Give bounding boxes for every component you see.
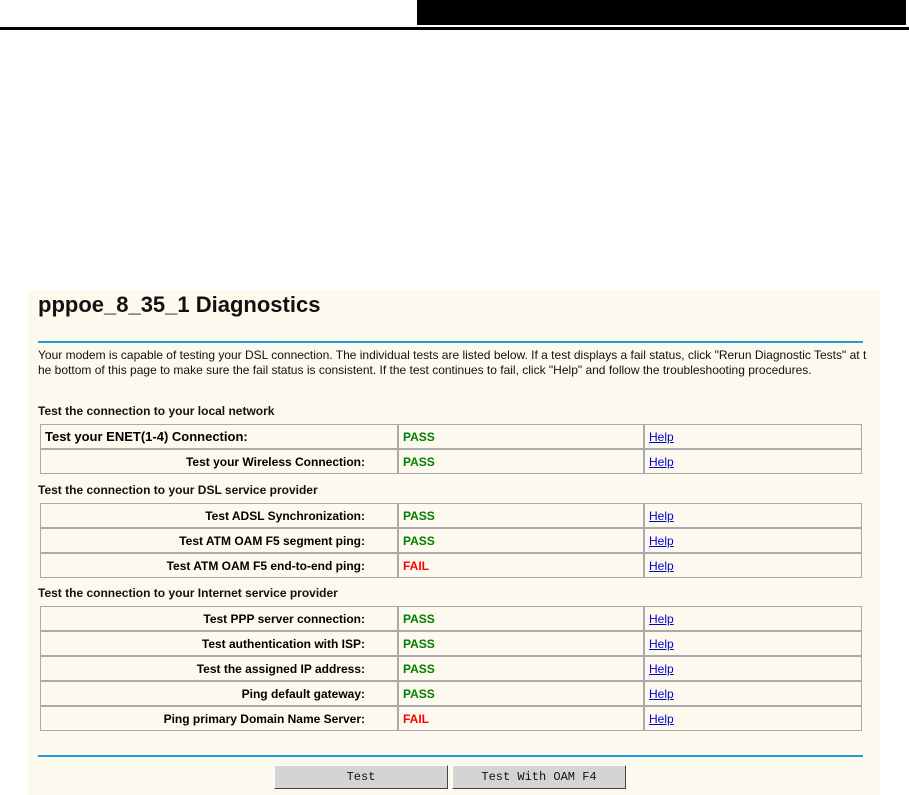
test-label: Test ADSL Synchronization:	[40, 503, 398, 528]
help-link[interactable]: Help	[649, 534, 674, 548]
intro-text: Your modem is capable of testing your DS…	[38, 348, 867, 377]
table-row: Test ATM OAM F5 end-to-end ping: FAIL Help	[40, 553, 862, 578]
table-row: Test ADSL Synchronization: PASS Help	[40, 503, 862, 528]
help-cell: Help	[644, 681, 862, 706]
help-link[interactable]: Help	[649, 430, 674, 444]
diagnostics-panel: pppoe_8_35_1 Diagnostics Your modem is c…	[28, 290, 880, 795]
help-cell: Help	[644, 528, 862, 553]
help-link[interactable]: Help	[649, 559, 674, 573]
bottom-divider	[38, 755, 863, 757]
status-badge: PASS	[398, 631, 644, 656]
help-cell: Help	[644, 449, 862, 474]
test-label: Test your ENET(1-4) Connection:	[40, 424, 398, 449]
help-link[interactable]: Help	[649, 712, 674, 726]
status-badge: PASS	[398, 449, 644, 474]
section-heading: Test the connection to your local networ…	[38, 404, 275, 418]
test-label: Test authentication with ISP:	[40, 631, 398, 656]
table-row: Test your ENET(1-4) Connection: PASS Help	[40, 424, 862, 449]
help-cell: Help	[644, 606, 862, 631]
table-row: Test authentication with ISP: PASS Help	[40, 631, 862, 656]
test-label: Test PPP server connection:	[40, 606, 398, 631]
status-badge: PASS	[398, 656, 644, 681]
help-link[interactable]: Help	[649, 687, 674, 701]
help-cell: Help	[644, 424, 862, 449]
table-row: Ping primary Domain Name Server: FAIL Help	[40, 706, 862, 731]
help-link[interactable]: Help	[649, 662, 674, 676]
test-label: Test ATM OAM F5 segment ping:	[40, 528, 398, 553]
help-link[interactable]: Help	[649, 455, 674, 469]
help-cell: Help	[644, 503, 862, 528]
table-row: Test the assigned IP address: PASS Help	[40, 656, 862, 681]
help-cell: Help	[644, 656, 862, 681]
help-link[interactable]: Help	[649, 509, 674, 523]
help-cell: Help	[644, 553, 862, 578]
section-heading: Test the connection to your Internet ser…	[38, 586, 338, 600]
table-row: Test ATM OAM F5 segment ping: PASS Help	[40, 528, 862, 553]
test-table: Test ADSL Synchronization: PASS Help Test A…	[40, 503, 862, 578]
top-divider	[38, 341, 863, 343]
table-row: Ping default gateway: PASS Help	[40, 681, 862, 706]
header-bar	[417, 0, 906, 25]
test-label: Test the assigned IP address:	[40, 656, 398, 681]
test-label: Ping default gateway:	[40, 681, 398, 706]
test-with-oam-f4-button[interactable]: Test With OAM F4	[452, 765, 626, 789]
test-button[interactable]: Test	[274, 765, 448, 789]
table-row: Test your Wireless Connection: PASS Help	[40, 449, 862, 474]
help-cell: Help	[644, 631, 862, 656]
status-badge: PASS	[398, 681, 644, 706]
help-cell: Help	[644, 706, 862, 731]
section-heading: Test the connection to your DSL service …	[38, 483, 318, 497]
status-badge: PASS	[398, 503, 644, 528]
test-label: Test ATM OAM F5 end-to-end ping:	[40, 553, 398, 578]
status-badge: PASS	[398, 424, 644, 449]
test-label: Test your Wireless Connection:	[40, 449, 398, 474]
test-table: Test your ENET(1-4) Connection: PASS Help T…	[40, 424, 862, 474]
test-label: Ping primary Domain Name Server:	[40, 706, 398, 731]
header-divider	[0, 27, 909, 30]
help-link[interactable]: Help	[649, 612, 674, 626]
help-link[interactable]: Help	[649, 637, 674, 651]
page-title: pppoe_8_35_1 Diagnostics	[38, 292, 321, 317]
status-badge: PASS	[398, 606, 644, 631]
status-badge: PASS	[398, 528, 644, 553]
table-row: Test PPP server connection: PASS Help	[40, 606, 862, 631]
test-table: Test PPP server connection: PASS Help Test …	[40, 606, 862, 731]
status-badge: FAIL	[398, 553, 644, 578]
status-badge: FAIL	[398, 706, 644, 731]
